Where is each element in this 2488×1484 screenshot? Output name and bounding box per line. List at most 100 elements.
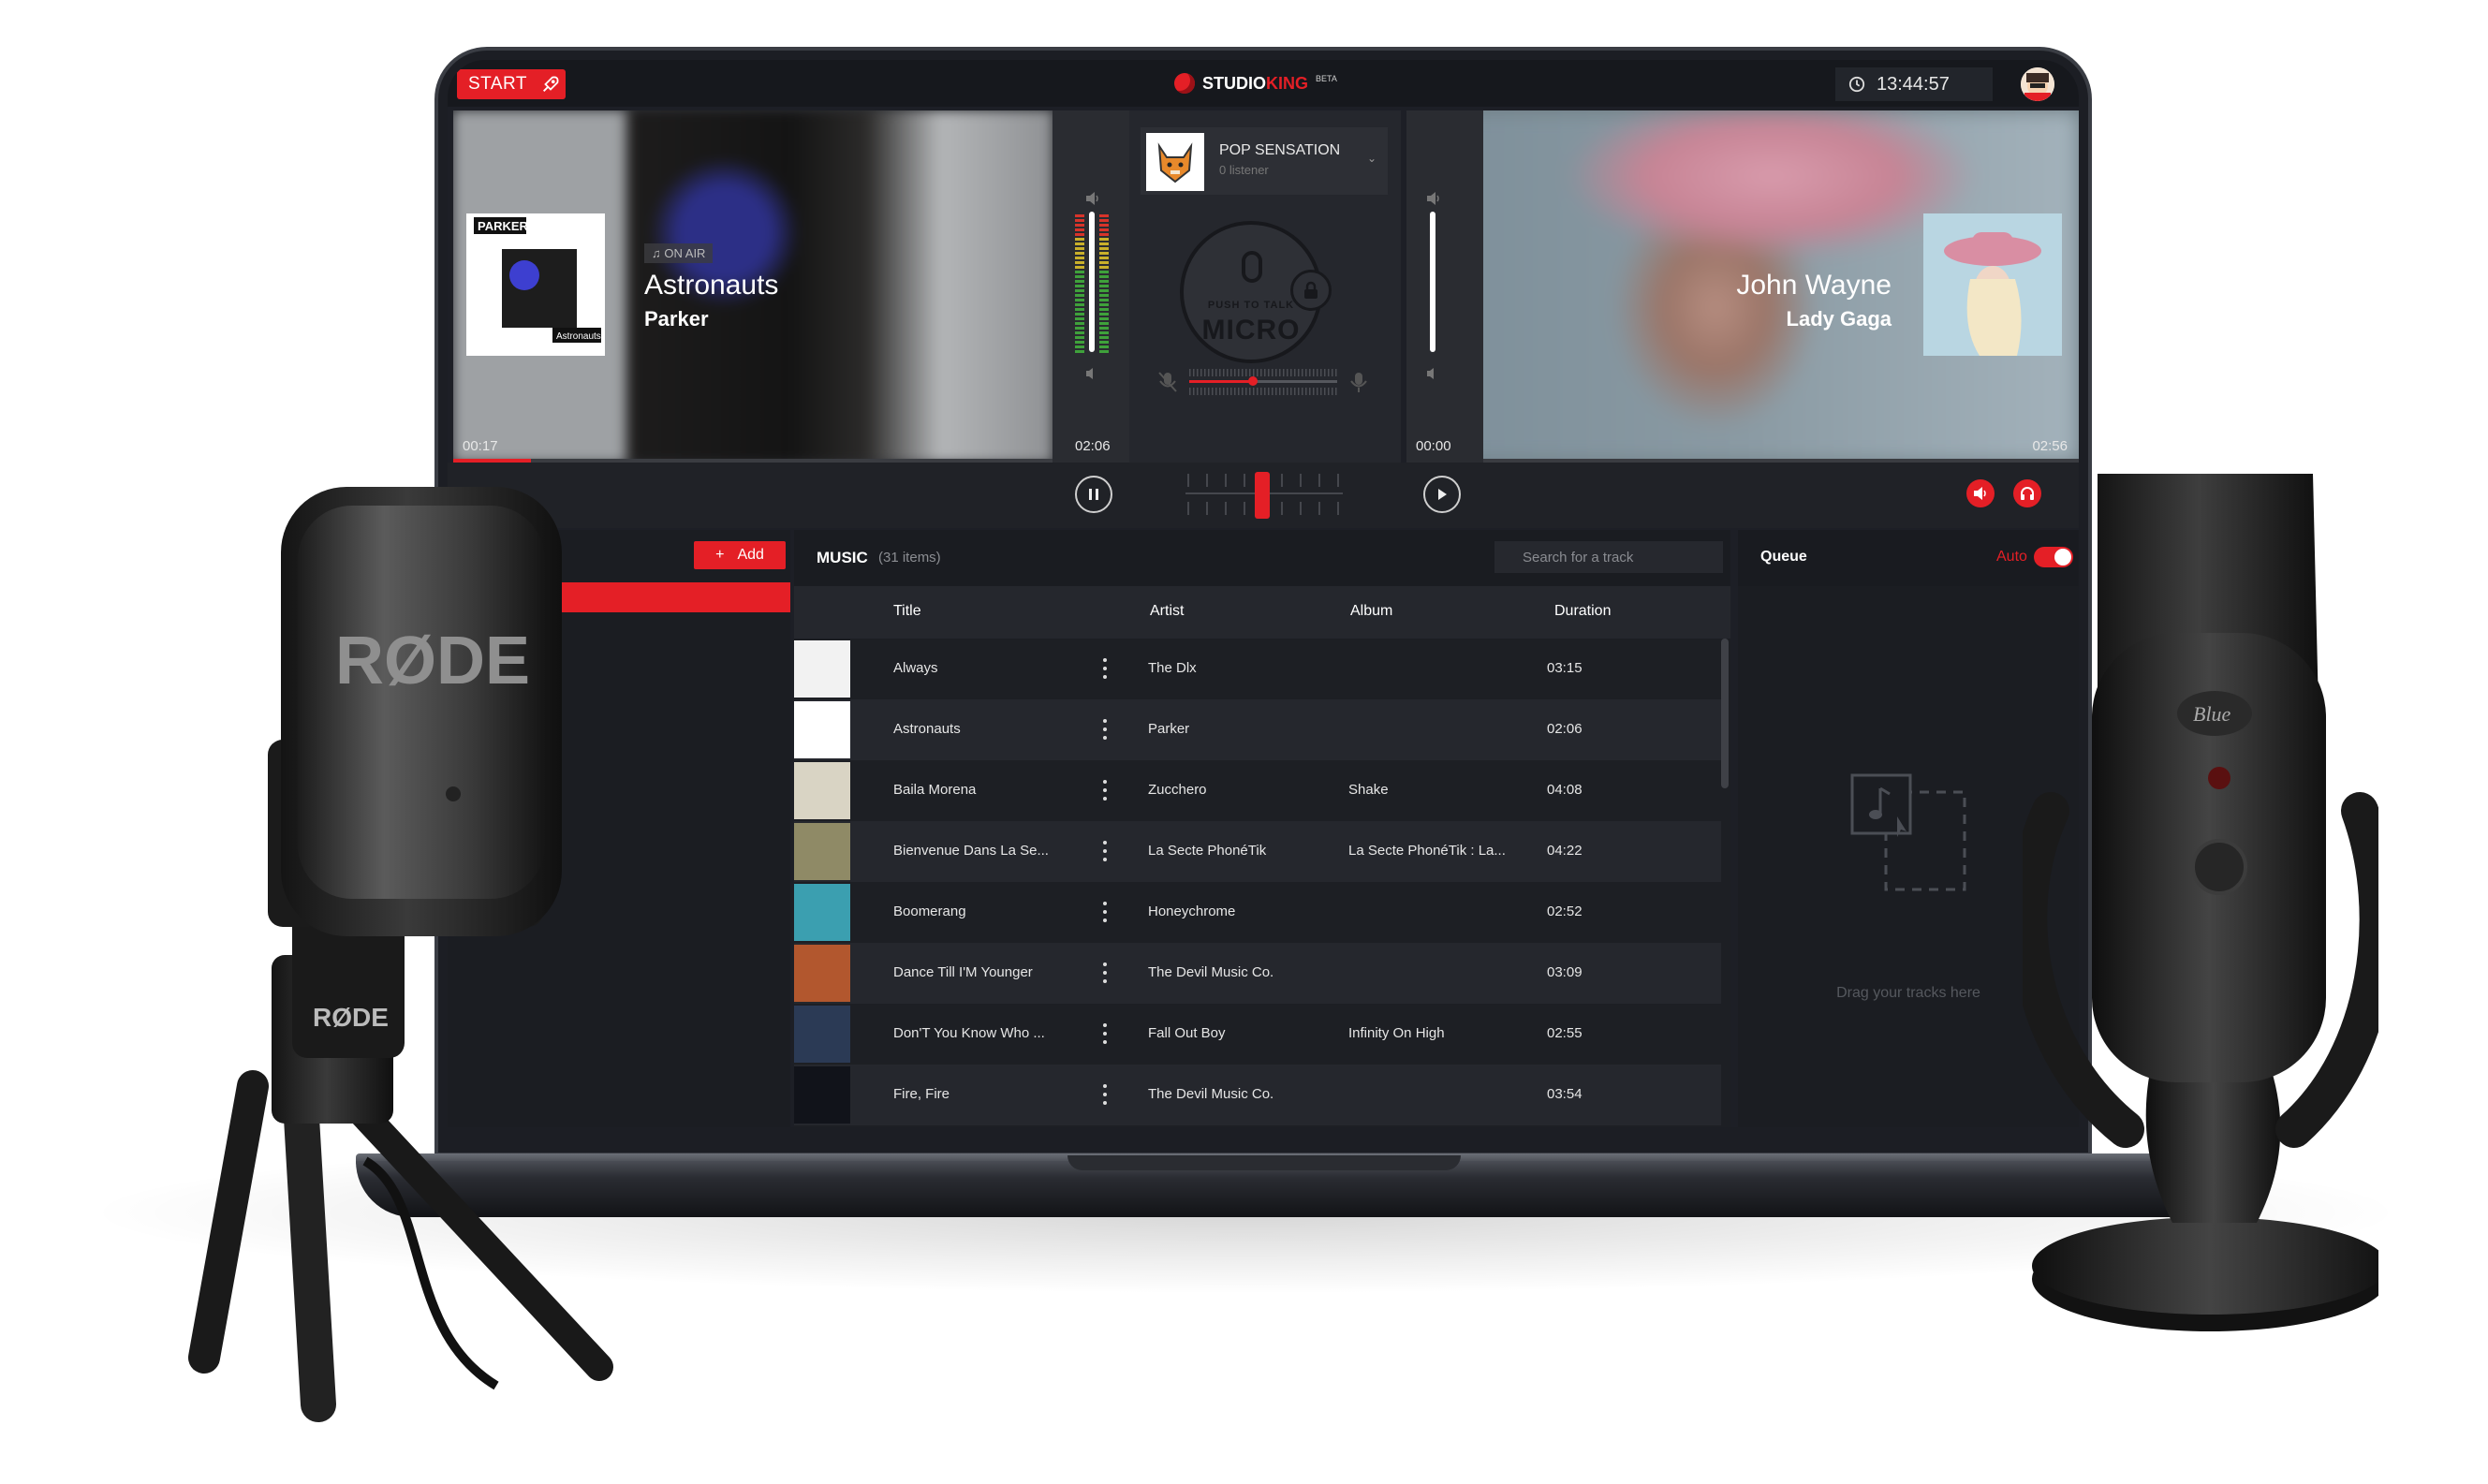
speaker-low-icon — [1427, 368, 1434, 379]
deck-a: PARKER Astronauts ♫ ON AIR Astronauts Pa… — [453, 110, 1053, 463]
track-thumbnail — [794, 1066, 850, 1124]
user-avatar[interactable] — [2021, 67, 2054, 101]
queue-title: Queue — [1760, 549, 1807, 565]
track-album: La Secte PhonéTik : La... — [1348, 843, 1506, 859]
music-library: MUSIC (31 items) Title Artist Album Dura… — [794, 530, 1730, 1127]
fox-icon — [1146, 133, 1204, 191]
deck-b-volume-strip: 00:00 — [1406, 110, 1483, 463]
more-vertical-icon[interactable] — [1103, 1022, 1107, 1045]
avatar-icon — [2021, 67, 2054, 101]
deck-b-sound-button[interactable] — [1966, 479, 1995, 507]
track-duration: 03:54 — [1547, 1086, 1583, 1102]
mic-on-icon — [1350, 373, 1367, 392]
app-logo: STUDIOKING BETA — [1174, 73, 1337, 94]
mic-panel: POP SENSATION 0 listener ⌄ PUSH TO TALK … — [1129, 110, 1401, 463]
app-screen: START STUDIOKING BETA 13:44:57 PARKER As… — [448, 60, 2079, 1127]
product-hero: START STUDIOKING BETA 13:44:57 PARKER As… — [0, 0, 2488, 1484]
rode-brand: RØDE — [335, 624, 530, 698]
table-row[interactable]: Always The Dlx 03:15 — [794, 639, 1721, 699]
more-vertical-icon[interactable] — [1103, 962, 1107, 984]
track-thumbnail — [794, 945, 850, 1002]
music-count: (31 items) — [878, 550, 941, 566]
track-album: Infinity On High — [1348, 1025, 1445, 1041]
deck-b-cover — [1923, 213, 2062, 356]
play-button[interactable] — [1423, 476, 1461, 513]
track-duration: 02:52 — [1547, 904, 1583, 919]
deck-a-vu-meter — [1075, 212, 1109, 353]
deck-a-elapsed: 00:17 — [463, 438, 498, 454]
track-duration: 02:55 — [1547, 1025, 1583, 1041]
table-row[interactable]: Don'T You Know Who ... Fall Out Boy Infi… — [794, 1004, 1721, 1065]
crossfader[interactable] — [1180, 468, 1348, 521]
deck-b-volume-slider[interactable] — [1423, 212, 1442, 361]
table-row[interactable]: Baila Morena Zucchero Shake 04:08 — [794, 760, 1721, 821]
logo-studio: STUDIO — [1202, 73, 1267, 93]
mic-volume-slider[interactable] — [1185, 365, 1341, 399]
music-title: MUSIC — [817, 549, 868, 566]
pause-button[interactable] — [1075, 476, 1112, 513]
track-title: Baila Morena — [893, 782, 977, 798]
cover-band-name: PARKER — [478, 219, 529, 233]
more-vertical-icon[interactable] — [1103, 657, 1107, 680]
add-button[interactable]: + Add — [694, 541, 786, 569]
track-thumbnail — [794, 762, 850, 819]
more-vertical-icon[interactable] — [1103, 840, 1107, 862]
track-thumbnail — [794, 1006, 850, 1063]
column-album[interactable]: Album — [1350, 603, 1392, 620]
lock-icon[interactable] — [1290, 270, 1332, 311]
table-row[interactable]: Boomerang Honeychrome 02:52 — [794, 882, 1721, 943]
deck-a-cover-art: PARKER Astronauts — [466, 213, 605, 356]
on-air-badge: ♫ ON AIR — [644, 243, 714, 263]
microphone-icon — [1242, 251, 1262, 283]
track-title: Always — [893, 660, 938, 676]
table-header: Title Artist Album Duration — [794, 586, 1730, 639]
deck-a-duration: 02:06 — [1075, 438, 1111, 454]
chevron-down-icon: ⌄ — [1366, 152, 1376, 165]
logo-mark-icon — [1174, 73, 1195, 94]
table-row[interactable]: Dance Till I'M Younger The Devil Music C… — [794, 943, 1721, 1004]
top-bar: START STUDIOKING BETA 13:44:57 — [448, 60, 2079, 107]
micro-label: MICRO — [1201, 315, 1301, 345]
track-list: Always The Dlx 03:15 Astronauts Parker 0… — [794, 639, 1721, 1127]
track-duration: 03:15 — [1547, 660, 1583, 676]
column-artist[interactable]: Artist — [1150, 603, 1184, 620]
table-row[interactable]: Fire, Fire The Devil Music Co. 03:54 — [794, 1065, 1721, 1125]
track-list-scrollbar[interactable] — [1721, 639, 1729, 788]
column-duration[interactable]: Duration — [1554, 603, 1611, 620]
deck-b-title: John Wayne — [1736, 270, 1892, 301]
deck-b-elapsed: 00:00 — [1416, 438, 1451, 454]
track-thumbnail — [794, 884, 850, 941]
pause-icon — [1089, 489, 1098, 500]
blue-brand: Blue — [2193, 702, 2231, 726]
table-row[interactable]: Bienvenue Dans La Se... La Secte PhonéTi… — [794, 821, 1721, 882]
column-title[interactable]: Title — [893, 603, 921, 620]
table-row[interactable]: Astronauts Parker 02:06 — [794, 699, 1721, 760]
deck-a-title: Astronauts — [644, 270, 779, 301]
track-artist: Fall Out Boy — [1148, 1025, 1226, 1041]
more-vertical-icon[interactable] — [1103, 718, 1107, 741]
more-vertical-icon[interactable] — [1103, 901, 1107, 923]
track-thumbnail — [794, 701, 850, 758]
track-duration: 02:06 — [1547, 721, 1583, 737]
search-input[interactable] — [1494, 541, 1723, 573]
track-artist: Zucchero — [1148, 782, 1207, 798]
track-album: Shake — [1348, 782, 1389, 798]
more-vertical-icon[interactable] — [1103, 779, 1107, 801]
clock: 13:44:57 — [1835, 67, 1993, 101]
blue-yeti-microphone-icon: Blue — [2023, 474, 2378, 1331]
more-vertical-icon[interactable] — [1103, 1083, 1107, 1106]
deck-b: John Wayne Lady Gaga 02:56 — [1406, 110, 2079, 463]
channel-selector[interactable]: POP SENSATION 0 listener ⌄ — [1141, 127, 1388, 195]
drop-tracks-icon — [1850, 773, 1966, 891]
track-title: Fire, Fire — [893, 1086, 950, 1102]
music-note-icon: ♫ — [652, 246, 665, 260]
track-thumbnail — [794, 640, 850, 698]
deck-b-artist: Lady Gaga — [1786, 307, 1892, 331]
deck-a-cover: PARKER Astronauts — [466, 213, 605, 356]
beta-badge: BETA — [1316, 74, 1337, 83]
start-button[interactable]: START — [457, 69, 566, 99]
track-thumbnail — [794, 823, 850, 880]
cover-caption: Astronauts — [556, 331, 601, 342]
channel-avatar — [1146, 133, 1204, 191]
plus-icon: + — [715, 547, 725, 563]
